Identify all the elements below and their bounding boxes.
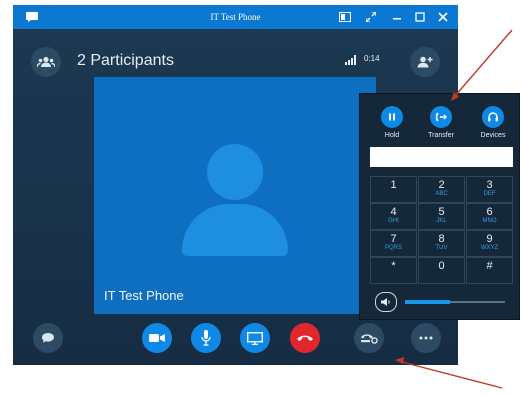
participants-count-label: 2 Participants xyxy=(77,52,174,69)
key-hash[interactable]: # xyxy=(466,257,513,284)
participant-video-tile: IT Test Phone xyxy=(94,77,376,314)
phone-settings-icon xyxy=(361,334,378,344)
devices-label: Devices xyxy=(480,132,506,139)
camera-view-icon[interactable] xyxy=(337,5,353,29)
headset-icon xyxy=(482,106,504,128)
hang-up-icon xyxy=(297,335,313,341)
key-1[interactable]: 1 xyxy=(370,176,417,203)
key-8[interactable]: 8 TUV xyxy=(418,230,465,257)
dial-pad-panel: Hold Transfer Devices 1 2 ABC 3 DEF 4 GHI 5… xyxy=(359,93,520,320)
volume-slider-fill xyxy=(405,300,450,304)
title-bar: IT Test Phone xyxy=(13,5,458,29)
volume-slider[interactable] xyxy=(405,300,505,304)
microphone-icon xyxy=(201,330,211,346)
key-4[interactable]: 4 GHI xyxy=(370,203,417,230)
more-options-button[interactable] xyxy=(411,323,441,353)
minimize-icon[interactable] xyxy=(389,5,405,29)
annotation-arrow-transfer xyxy=(451,29,513,101)
transfer-button[interactable]: Transfer xyxy=(419,106,463,139)
keypad: 1 2 ABC 3 DEF 4 GHI 5 JKL 6 MNO 7 PQRS 8 TUV 9W… xyxy=(370,176,513,284)
key-5[interactable]: 5 JKL xyxy=(418,203,465,230)
speaker-volume-icon[interactable] xyxy=(375,292,397,312)
transfer-label: Transfer xyxy=(428,132,454,139)
call-controls-button[interactable] xyxy=(354,323,384,353)
key-0[interactable]: 0 xyxy=(418,257,465,284)
chat-button[interactable] xyxy=(33,323,63,353)
video-toggle-button[interactable] xyxy=(142,323,172,353)
video-camera-icon xyxy=(149,334,165,342)
key-7[interactable]: 7 PQRS xyxy=(370,230,417,257)
dial-number-input[interactable] xyxy=(370,147,513,167)
key-9[interactable]: 9 WXYZ xyxy=(466,230,513,257)
devices-button[interactable]: Devices xyxy=(471,106,515,139)
key-star[interactable]: * xyxy=(370,257,417,284)
key-2[interactable]: 2 ABC xyxy=(418,176,465,203)
close-icon[interactable] xyxy=(435,5,451,29)
avatar-body xyxy=(182,204,288,256)
call-duration: 0:14 xyxy=(364,54,380,63)
ellipsis-icon xyxy=(419,336,433,340)
key-3[interactable]: 3 DEF xyxy=(466,176,513,203)
participants-icon xyxy=(37,56,55,68)
maximize-icon[interactable] xyxy=(412,5,428,29)
fullscreen-icon[interactable] xyxy=(363,5,379,29)
avatar-placeholder-icon xyxy=(207,144,263,200)
add-participant-button[interactable] xyxy=(410,47,440,77)
add-person-icon xyxy=(417,56,433,68)
pause-icon xyxy=(381,106,403,128)
key-6[interactable]: 6 MNO xyxy=(466,203,513,230)
hang-up-button[interactable] xyxy=(290,323,320,353)
participants-button[interactable] xyxy=(31,47,61,77)
transfer-icon xyxy=(430,106,452,128)
chat-icon xyxy=(42,333,54,343)
share-screen-button[interactable] xyxy=(240,323,270,353)
monitor-icon xyxy=(247,331,263,345)
signal-strength-icon xyxy=(345,55,356,65)
participant-name: IT Test Phone xyxy=(104,288,184,303)
microphone-button[interactable] xyxy=(191,323,221,353)
hold-button[interactable]: Hold xyxy=(370,106,414,139)
hold-label: Hold xyxy=(384,132,400,139)
